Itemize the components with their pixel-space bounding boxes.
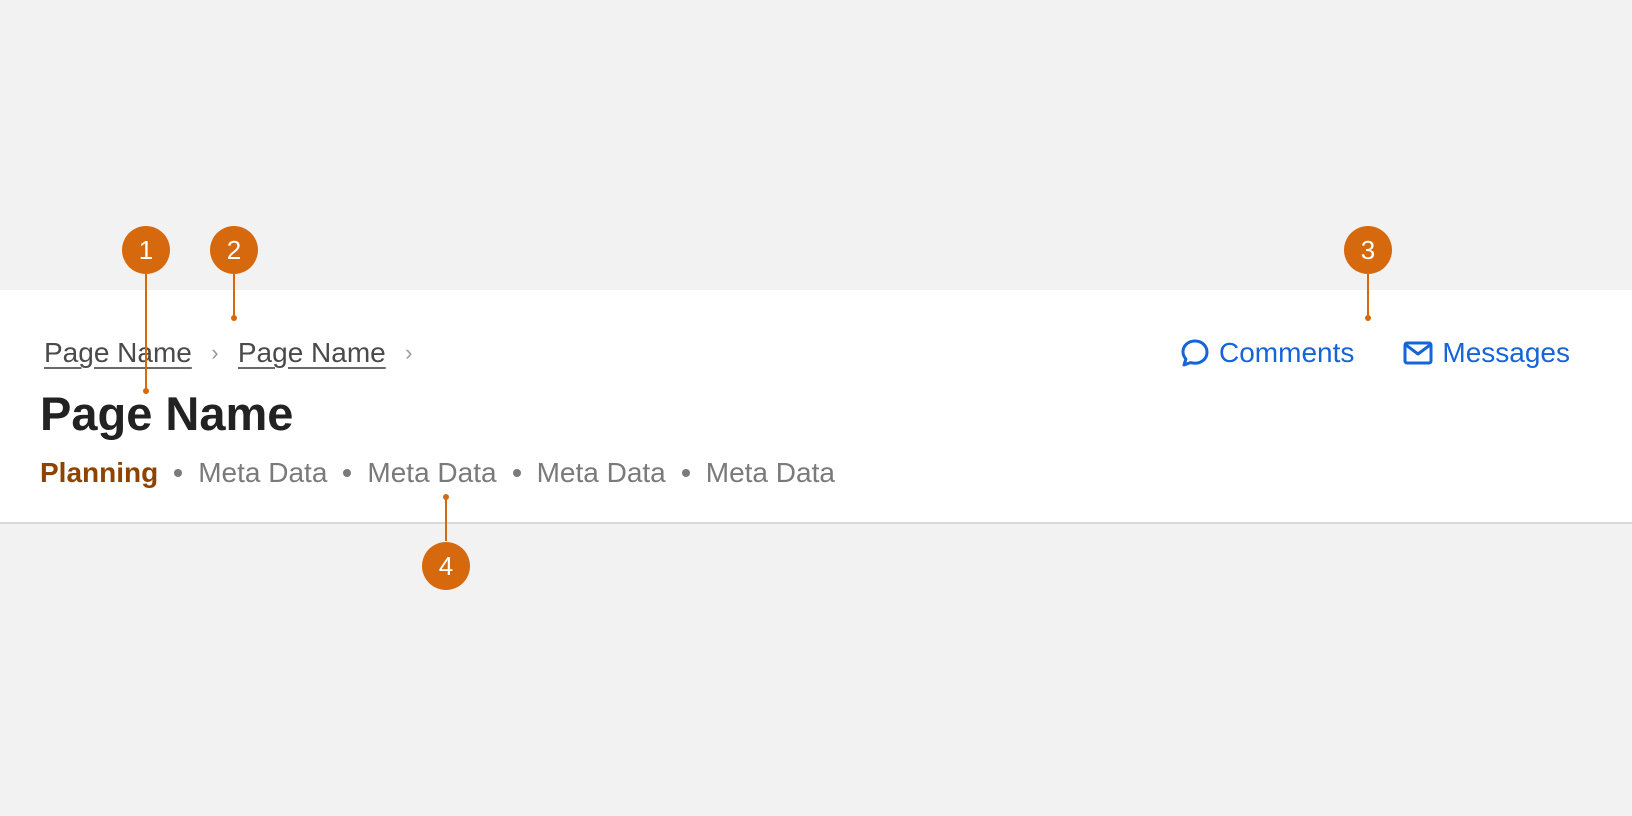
messages-label: Messages (1442, 337, 1570, 368)
separator-dot (174, 469, 183, 477)
comments-button[interactable]: Comments (1179, 337, 1354, 369)
annotation-leader-2 (233, 274, 235, 318)
header-actions: Comments Messages (1179, 333, 1570, 373)
meta-data-item: Meta Data (367, 457, 497, 488)
meta-data-item: Meta Data (536, 457, 666, 488)
comment-bubble-icon (1181, 339, 1209, 367)
annotation-marker-1: 1 (122, 226, 170, 274)
chevron-right-icon: › (211, 340, 219, 365)
annotation-leader-dot-4 (443, 494, 449, 500)
envelope-icon (1403, 341, 1433, 365)
annotation-leader-4 (445, 497, 447, 541)
messages-button[interactable]: Messages (1402, 337, 1570, 369)
annotation-leader-dot-3 (1365, 315, 1371, 321)
status-label: Planning (40, 457, 159, 488)
annotation-marker-3: 3 (1344, 226, 1392, 274)
meta-data-item: Meta Data (198, 457, 328, 488)
meta-data-item: Meta Data (705, 457, 835, 488)
separator-dot (681, 469, 690, 477)
breadcrumb-link-1[interactable]: Page Name (44, 337, 192, 369)
chevron-right-icon: › (405, 340, 413, 365)
separator-dot (343, 469, 352, 477)
breadcrumb-link-2[interactable]: Page Name (238, 337, 386, 369)
separator-dot (512, 469, 521, 477)
page-header: Page Name › Page Name › Page Name Planni… (0, 290, 1632, 524)
breadcrumb: Page Name › Page Name › (44, 333, 432, 373)
comments-label: Comments (1219, 337, 1355, 368)
annotation-leader-1 (145, 274, 147, 390)
annotation-leader-dot-1 (143, 388, 149, 394)
page-title: Page Name (40, 387, 294, 440)
annotation-marker-4: 4 (422, 542, 470, 590)
annotation-leader-3 (1367, 274, 1369, 318)
annotation-marker-2: 2 (210, 226, 258, 274)
annotation-leader-dot-2 (231, 315, 237, 321)
meta-data-row: Planning Meta Data Meta Data Meta Data M… (40, 453, 835, 493)
